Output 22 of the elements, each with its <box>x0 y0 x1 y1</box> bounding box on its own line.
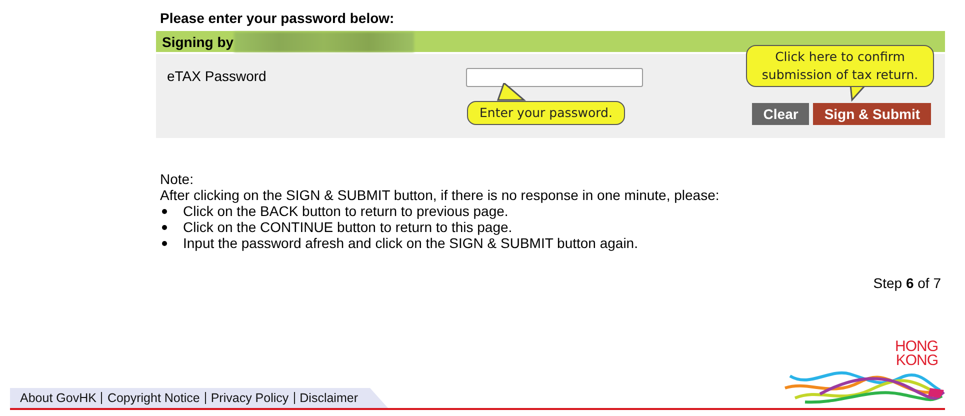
password-field[interactable] <box>466 68 643 87</box>
note-item: Input the password afresh and click on the SIGN & SUBMIT button again. <box>183 235 638 251</box>
step-indicator: Step 6 of 7 <box>873 275 941 291</box>
footer-link[interactable]: Disclaimer <box>300 391 358 405</box>
logo-text: KONG <box>896 354 938 368</box>
sign-submit-button[interactable]: Sign & Submit <box>813 103 931 125</box>
note-text: After clicking on the SIGN & SUBMIT button, if there is no response in one minute, please: <box>160 187 720 203</box>
note-item: Click on the CONTINUE button to return to this page. <box>183 219 512 235</box>
clear-button[interactable]: Clear <box>752 103 810 125</box>
note-title: Note: <box>160 171 194 187</box>
password-label: eTAX Password <box>167 68 268 85</box>
bullet-icon <box>162 241 167 246</box>
tooltip-tail-icon <box>496 83 526 102</box>
logo-text: HONG <box>895 340 938 354</box>
bullet-icon <box>162 225 167 230</box>
footer-link[interactable]: Copyright Notice <box>107 391 200 405</box>
footer-link[interactable]: About GovHK <box>20 391 96 405</box>
footer-link[interactable]: Privacy Policy <box>210 391 289 405</box>
note-item: Click on the BACK button to return to previous page. <box>183 203 508 219</box>
page-heading: Please enter your password below: <box>159 9 396 28</box>
signing-label: Signing by <box>162 34 234 50</box>
bullet-icon <box>162 209 167 214</box>
